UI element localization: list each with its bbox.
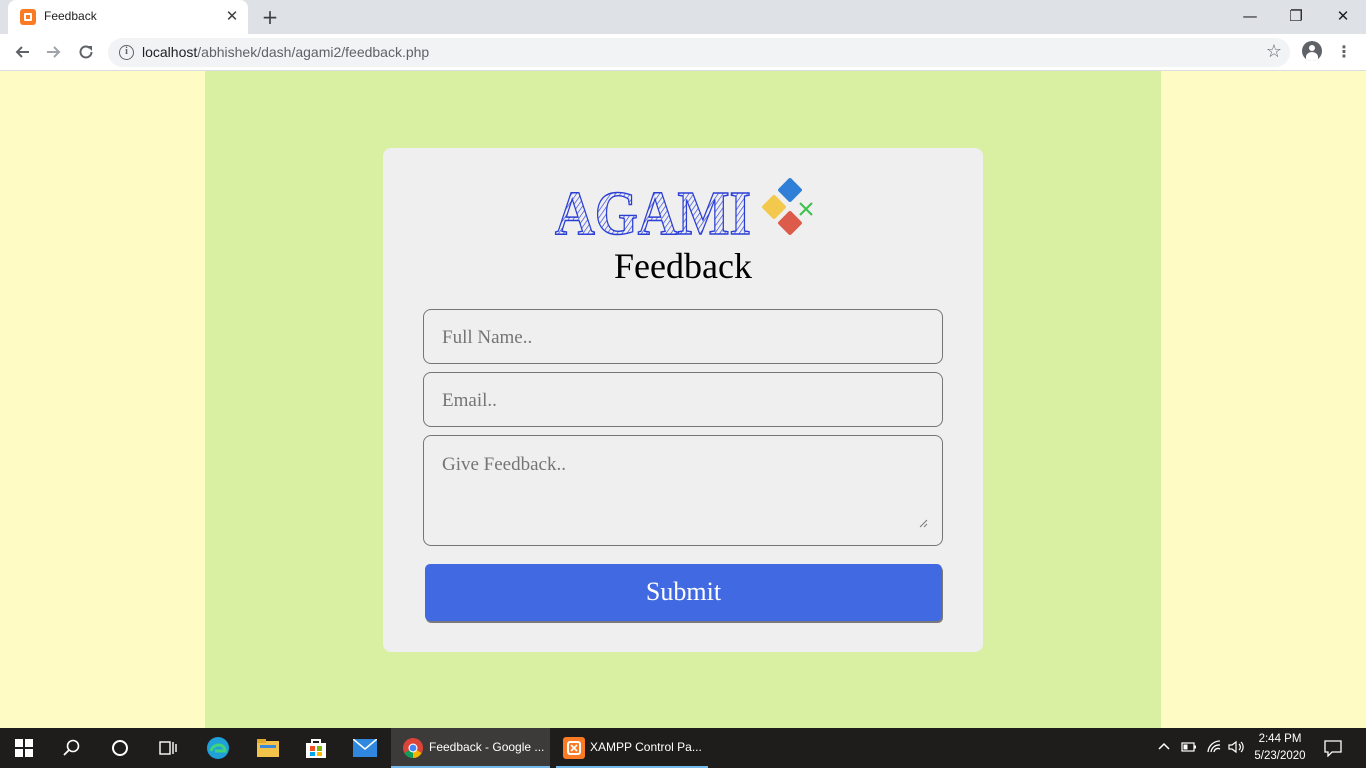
bookmark-star-icon[interactable]: ☆ [1266,41,1282,62]
browser-tab-strip: Feedback ✕ + — ❐ ✕ [0,0,1366,34]
taskbar-app-label: XAMPP Control Pa... [590,740,702,754]
action-center-icon[interactable] [1324,739,1342,760]
taskbar-app-xampp[interactable]: XAMPP Control Pa... [556,728,708,768]
profile-avatar-icon[interactable] [1302,41,1322,61]
clock-date: 5/23/2020 [1254,750,1306,762]
agami-logo: AGAMI [554,178,813,244]
chrome-icon [401,736,425,760]
windows-start-icon[interactable] [12,736,36,760]
volume-icon[interactable] [1228,740,1246,757]
minimize-button[interactable]: — [1227,4,1273,28]
taskbar-app-label: Feedback - Google ... [429,740,545,754]
reload-icon[interactable] [74,40,98,64]
new-tab-button[interactable]: + [259,6,281,28]
xampp-favicon-icon [20,9,36,25]
site-info-icon[interactable]: i [119,45,134,60]
browser-menu-icon[interactable]: ⋮ [1336,40,1352,64]
feedback-textarea[interactable]: Give Feedback.. [423,435,943,546]
show-hidden-icons-chevron-icon[interactable] [1157,739,1171,756]
browser-toolbar: i localhost/abhishek/dash/agami2/feedbac… [0,34,1366,71]
clock-time: 2:44 PM [1258,733,1302,745]
edge-browser-icon[interactable] [206,736,230,760]
task-view-icon[interactable] [156,736,180,760]
back-arrow-icon[interactable] [10,40,34,64]
address-bar[interactable]: i localhost/abhishek/dash/agami2/feedbac… [108,38,1290,67]
feedback-card: AGAMI Feedback Full Name.. Email.. Give … [383,148,983,652]
wifi-icon[interactable] [1206,740,1222,757]
xampp-icon [562,736,586,760]
forward-arrow-icon[interactable] [42,40,66,64]
logo-wordmark: AGAMI [555,180,751,244]
submit-button[interactable]: Submit [425,564,942,621]
cortana-icon[interactable] [108,736,132,760]
page-viewport: AGAMI Feedback Full Name.. Email.. Give … [0,71,1366,728]
mail-icon[interactable] [352,736,378,760]
email-placeholder: Email.. [442,390,497,411]
full-name-placeholder: Full Name.. [442,327,533,348]
email-input[interactable]: Email.. [423,372,943,427]
windows-taskbar: Feedback - Google ... XAMPP Control Pa..… [0,728,1366,768]
tab-title: Feedback [44,9,97,23]
taskbar-app-chrome[interactable]: Feedback - Google ... [391,728,550,768]
tab-close-icon[interactable]: ✕ [223,7,241,25]
url-text[interactable]: localhost/abhishek/dash/agami2/feedback.… [142,44,429,60]
full-name-input[interactable]: Full Name.. [423,309,943,364]
maximize-button[interactable]: ❐ [1273,4,1319,28]
file-explorer-icon[interactable] [256,736,280,760]
search-icon[interactable] [60,736,84,760]
close-window-button[interactable]: ✕ [1320,4,1366,28]
resize-grip-icon[interactable] [919,519,928,528]
page-title: Feedback [614,246,752,286]
battery-icon[interactable] [1181,741,1197,756]
content-panel: AGAMI Feedback Full Name.. Email.. Give … [205,71,1161,728]
browser-tab-feedback[interactable]: Feedback ✕ [8,0,248,34]
taskbar-clock[interactable]: 2:44 PM 5/23/2020 [1252,731,1308,765]
feedback-placeholder: Give Feedback.. [442,454,566,475]
microsoft-store-icon[interactable] [304,736,328,760]
